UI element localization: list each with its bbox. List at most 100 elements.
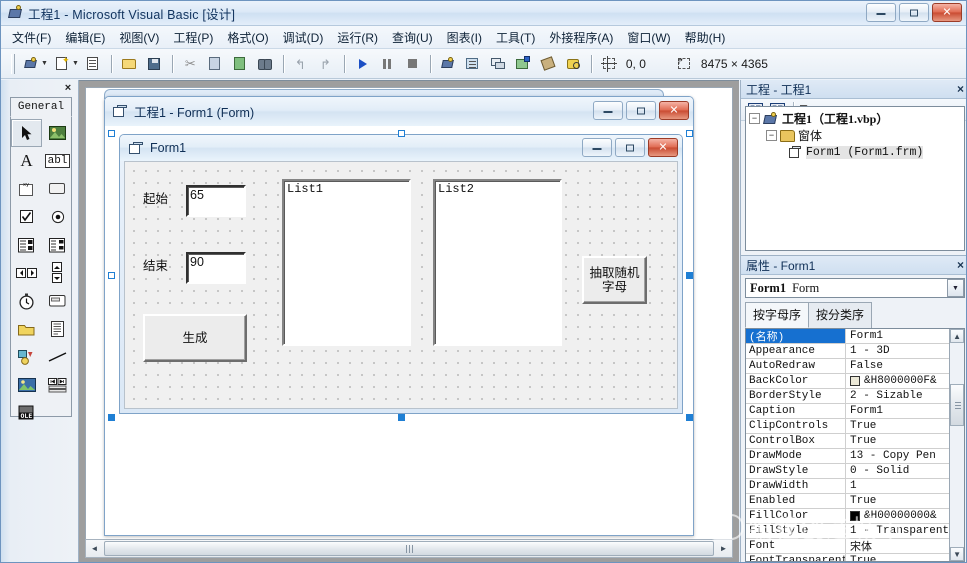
toolbox-button[interactable] — [537, 53, 560, 75]
form-layout-button[interactable] — [487, 53, 510, 75]
form1-minimize-button[interactable] — [582, 138, 612, 157]
property-value[interactable]: 13 - Copy Pen — [846, 449, 949, 463]
scroll-down-icon[interactable]: ▼ — [950, 547, 964, 561]
vscrollbar-tool[interactable] — [42, 259, 73, 287]
property-value[interactable]: Form1 — [846, 329, 949, 343]
scroll-up-icon[interactable]: ▲ — [950, 329, 964, 343]
scroll-left-icon[interactable]: ◄ — [86, 540, 103, 557]
selection-handle-top-center[interactable] — [398, 130, 405, 137]
paste-button[interactable] — [229, 53, 252, 75]
property-value[interactable]: &H00000000& — [846, 509, 949, 523]
redo-button[interactable]: ↱ — [315, 53, 338, 75]
menu-run[interactable]: 运行(R) — [330, 26, 385, 49]
property-row[interactable]: (名称) Form1 — [746, 329, 950, 344]
selection-handle-top-right[interactable] — [686, 130, 693, 137]
selection-handle-bottom-center[interactable] — [398, 414, 405, 421]
menu-edit[interactable]: 编辑(E) — [58, 26, 112, 49]
tab-categorized[interactable]: 按分类序 — [808, 302, 873, 328]
listbox-list1[interactable]: List1 — [282, 179, 411, 346]
property-row[interactable]: BackColor &H8000000F& — [746, 374, 950, 389]
menu-help[interactable]: 帮助(H) — [678, 26, 733, 49]
add-form-button[interactable]: ✦ — [51, 53, 74, 75]
property-row[interactable]: FillColor &H00000000& — [746, 509, 950, 524]
property-row[interactable]: Appearance 1 - 3D — [746, 344, 950, 359]
property-value[interactable]: True — [846, 434, 949, 448]
properties-window-button[interactable] — [462, 53, 485, 75]
tree-node-forms[interactable]: − 窗体 — [749, 127, 964, 144]
properties-object-combo[interactable]: Form1 Form ▼ — [745, 278, 965, 298]
property-value[interactable]: True — [846, 554, 949, 561]
image-tool[interactable] — [11, 371, 42, 399]
toolbox-close-icon[interactable]: × — [61, 82, 75, 95]
project-explorer-button[interactable] — [437, 53, 460, 75]
property-row[interactable]: ControlBox True — [746, 434, 950, 449]
filelistbox-tool[interactable] — [42, 315, 73, 343]
hscrollbar-tool[interactable] — [11, 259, 42, 287]
label-tool[interactable]: A — [11, 147, 42, 175]
designer-close-button[interactable]: ✕ — [659, 101, 689, 120]
optionbutton-tool[interactable] — [42, 203, 73, 231]
menu-editor-button[interactable] — [82, 53, 105, 75]
property-value[interactable]: 宋体 — [846, 539, 949, 553]
button-random-letter[interactable]: 抽取随机 字母 — [582, 256, 647, 304]
toolbar-grip[interactable] — [11, 53, 15, 74]
property-value[interactable]: 1 — [846, 479, 949, 493]
picturebox-tool[interactable] — [42, 119, 73, 147]
maximize-button[interactable] — [899, 3, 929, 22]
property-row[interactable]: DrawWidth 1 — [746, 479, 950, 494]
tree-node-project[interactable]: − 工程1（工程1.vbp） — [749, 110, 964, 127]
copy-button[interactable] — [204, 53, 227, 75]
property-value[interactable]: 1 - Transparent — [846, 524, 949, 538]
menu-diagram[interactable]: 图表(I) — [440, 26, 489, 49]
cut-button[interactable]: ✂ — [179, 53, 202, 75]
mdi-horizontal-scrollbar[interactable]: ◄ ► — [85, 539, 733, 558]
form1-maximize-button[interactable] — [615, 138, 645, 157]
label-end[interactable]: 结束 — [143, 255, 168, 274]
menu-tools[interactable]: 工具(T) — [489, 26, 542, 49]
find-button[interactable] — [254, 53, 277, 75]
project-explorer-close-icon[interactable]: × — [955, 82, 966, 96]
property-value[interactable]: False — [846, 359, 949, 373]
tree-node-form1[interactable]: Form1 (Form1.frm) — [749, 144, 964, 161]
start-button[interactable] — [351, 53, 374, 75]
open-project-button[interactable] — [118, 53, 141, 75]
selection-handle-mid-right[interactable] — [686, 272, 693, 279]
properties-close-icon[interactable]: × — [955, 258, 966, 272]
checkbox-tool[interactable] — [11, 203, 42, 231]
break-button[interactable] — [376, 53, 399, 75]
minimize-button[interactable] — [866, 3, 896, 22]
menu-format[interactable]: 格式(O) — [220, 26, 275, 49]
properties-grid[interactable]: (名称) Form1 Appearance 1 - 3D AutoRedraw … — [745, 328, 965, 562]
designer-minimize-button[interactable] — [593, 101, 623, 120]
designer-maximize-button[interactable] — [626, 101, 656, 120]
property-value[interactable]: Form1 — [846, 404, 949, 418]
property-row[interactable]: FillStyle 1 - Transparent — [746, 524, 950, 539]
property-row[interactable]: Enabled True — [746, 494, 950, 509]
textbox-end[interactable]: 90 — [186, 252, 246, 284]
scrollbar-thumb[interactable] — [950, 384, 964, 426]
listbox-tool[interactable] — [42, 231, 73, 259]
property-row[interactable]: ClipControls True — [746, 419, 950, 434]
menu-query[interactable]: 查询(U) — [385, 26, 440, 49]
data-control-tool[interactable] — [42, 371, 73, 399]
selection-handle-top-left[interactable] — [108, 130, 115, 137]
property-row[interactable]: FontTransparent True — [746, 554, 949, 561]
frame-tool[interactable]: xy — [11, 175, 42, 203]
button-generate[interactable]: 生成 — [143, 314, 247, 362]
end-button[interactable] — [401, 53, 424, 75]
combobox-tool[interactable] — [11, 231, 42, 259]
textbox-start[interactable]: 65 — [186, 185, 246, 217]
close-button[interactable]: ✕ — [932, 3, 962, 22]
commandbutton-tool[interactable] — [42, 175, 73, 203]
selection-handle-bottom-left[interactable] — [108, 414, 115, 421]
menu-debug[interactable]: 调试(D) — [276, 26, 331, 49]
property-value[interactable]: 1 - 3D — [846, 344, 949, 358]
menu-addins[interactable]: 外接程序(A) — [542, 26, 620, 49]
form1-design-surface[interactable]: 起始 65 结束 90 生成 List1 List2 抽取随机 字母 — [124, 161, 678, 409]
property-row[interactable]: BorderStyle 2 - Sizable — [746, 389, 950, 404]
tab-alphabetic[interactable]: 按字母序 — [745, 302, 810, 328]
scrollbar-thumb[interactable] — [104, 541, 714, 556]
listbox-list2[interactable]: List2 — [433, 179, 562, 346]
property-row[interactable]: Caption Form1 — [746, 404, 950, 419]
property-value[interactable]: True — [846, 494, 949, 508]
